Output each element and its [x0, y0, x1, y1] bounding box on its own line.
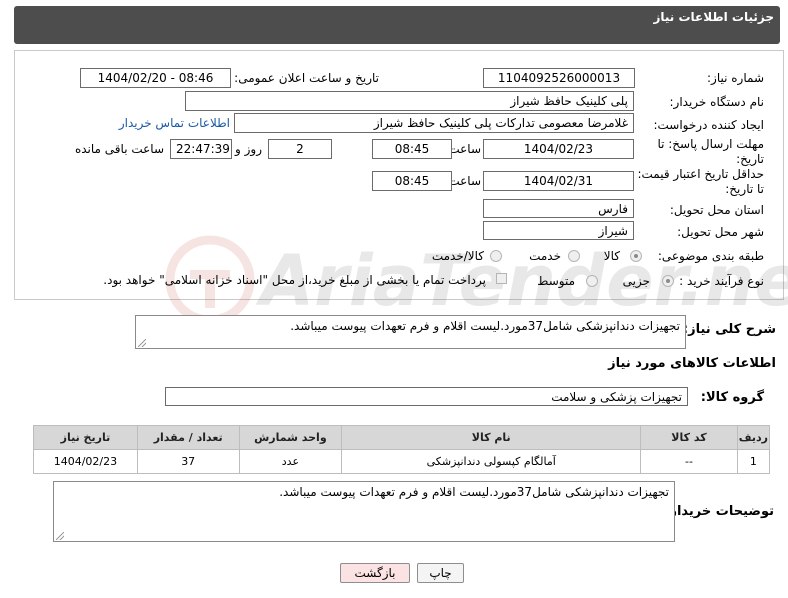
description-text: تجهیزات دندانپزشکی شامل37مورد.لیست اقلام…	[290, 319, 680, 333]
buyer-org-label: نام دستگاه خریدار:	[669, 95, 765, 109]
city-field[interactable]: شیراز	[483, 221, 634, 240]
creator-label: ایجاد کننده درخواست:	[653, 118, 764, 132]
validity-date-field[interactable]: 1404/02/31	[483, 171, 634, 191]
buyer-notes-label: توضیحات خریدار:	[664, 504, 774, 519]
creator-field[interactable]: غلامرضا معصومی تدارکات پلی کلینیک حافظ ش…	[234, 113, 634, 133]
category-option-goods: کالا	[603, 249, 620, 263]
cell-row: 1	[736, 449, 771, 474]
category-radio-service[interactable]	[568, 250, 580, 262]
validity-time-label: ساعت	[448, 174, 481, 188]
buyer-contact-link[interactable]: اطلاعات تماس خریدار	[119, 116, 230, 130]
deadline-label-line1: مهلت ارسال پاسخ: تا	[657, 137, 764, 151]
category-option-goods-service: کالا/خدمت	[431, 249, 484, 263]
days-label: روز و	[235, 142, 262, 156]
cell-name: آمالگام کپسولی دندانپزشکی	[341, 449, 642, 474]
process-radio-minor[interactable]	[662, 275, 674, 287]
goods-group-field[interactable]: تجهیزات پزشکی و سلامت	[165, 387, 688, 406]
announce-label: تاریخ و ساعت اعلان عمومی:	[234, 71, 379, 85]
announce-datetime-field[interactable]: 1404/02/20 - 08:46	[80, 68, 231, 88]
remaining-time-field[interactable]: 22:47:39	[170, 139, 232, 159]
col-qty: تعداد / مقدار	[136, 425, 240, 450]
description-textarea[interactable]: تجهیزات دندانپزشکی شامل37مورد.لیست اقلام…	[135, 315, 686, 349]
process-option-medium: متوسط	[537, 274, 575, 288]
resize-grip-icon[interactable]	[138, 339, 146, 347]
print-button[interactable]: چاپ	[417, 563, 464, 583]
treasury-payment-checkbox[interactable]	[496, 273, 507, 284]
city-label: شهر محل تحویل:	[677, 225, 764, 239]
deadline-time-label: ساعت	[448, 142, 481, 156]
validity-label-line1: حداقل تاریخ اعتبار قیمت:	[637, 167, 764, 181]
deadline-label-line2: تاریخ:	[736, 152, 764, 166]
process-radio-medium[interactable]	[586, 275, 598, 287]
province-field[interactable]: فارس	[483, 199, 634, 218]
col-name: نام کالا	[341, 425, 642, 450]
process-option-minor: جزیی	[622, 274, 650, 288]
validity-label-line2: تا تاریخ:	[725, 182, 764, 196]
cell-date: 1404/02/23	[33, 449, 138, 474]
buyer-notes-textarea[interactable]: تجهیزات دندانپزشکی شامل37مورد.لیست اقلام…	[53, 481, 675, 542]
category-radio-goods-service[interactable]	[490, 250, 502, 262]
deadline-date-field[interactable]: 1404/02/23	[483, 139, 634, 159]
goods-table: ردیف کد کالا نام کالا واحد شمارش تعداد /…	[33, 425, 771, 474]
col-date: تاریخ نیاز	[33, 425, 138, 450]
buyer-notes-text: تجهیزات دندانپزشکی شامل37مورد.لیست اقلام…	[279, 485, 669, 499]
col-code: کد کالا	[640, 425, 738, 450]
deadline-time-field[interactable]: 08:45	[372, 139, 452, 159]
back-button[interactable]: بازگشت	[340, 563, 410, 583]
col-row: ردیف	[736, 425, 771, 450]
goods-table-header: ردیف کد کالا نام کالا واحد شمارش تعداد /…	[33, 425, 771, 450]
validity-time-field[interactable]: 08:45	[372, 171, 452, 191]
days-remaining-field[interactable]: 2	[268, 139, 332, 159]
cell-code: --	[640, 449, 738, 474]
category-option-service: خدمت	[529, 249, 561, 263]
process-label: نوع فرآیند خرید :	[679, 274, 764, 288]
goods-section-title: اطلاعات کالاهای مورد نیاز	[608, 356, 776, 371]
description-label: شرح کلی نیاز:	[682, 322, 776, 337]
category-radio-goods[interactable]	[630, 250, 642, 262]
cell-unit: عدد	[238, 449, 343, 474]
table-row[interactable]: 1 -- آمالگام کپسولی دندانپزشکی عدد 37 14…	[33, 449, 771, 474]
cell-qty: 37	[136, 449, 240, 474]
page-title: جزئیات اطلاعات نیاز	[653, 10, 774, 24]
need-number-field[interactable]: 1104092526000013	[483, 68, 635, 88]
goods-group-label: گروه کالا:	[700, 390, 764, 405]
remaining-label: ساعت باقی مانده	[74, 142, 164, 156]
province-label: استان محل تحویل:	[669, 203, 764, 217]
col-unit: واحد شمارش	[238, 425, 343, 450]
resize-grip-icon[interactable]	[56, 532, 64, 540]
category-label: طبقه بندی موضوعی:	[657, 249, 764, 263]
treasury-payment-note: پرداخت تمام یا بخشی از مبلغ خرید،از محل …	[103, 273, 486, 287]
need-number-label: شماره نیاز:	[707, 71, 764, 85]
buyer-org-field[interactable]: پلی کلینیک حافظ شیراز	[185, 91, 634, 111]
